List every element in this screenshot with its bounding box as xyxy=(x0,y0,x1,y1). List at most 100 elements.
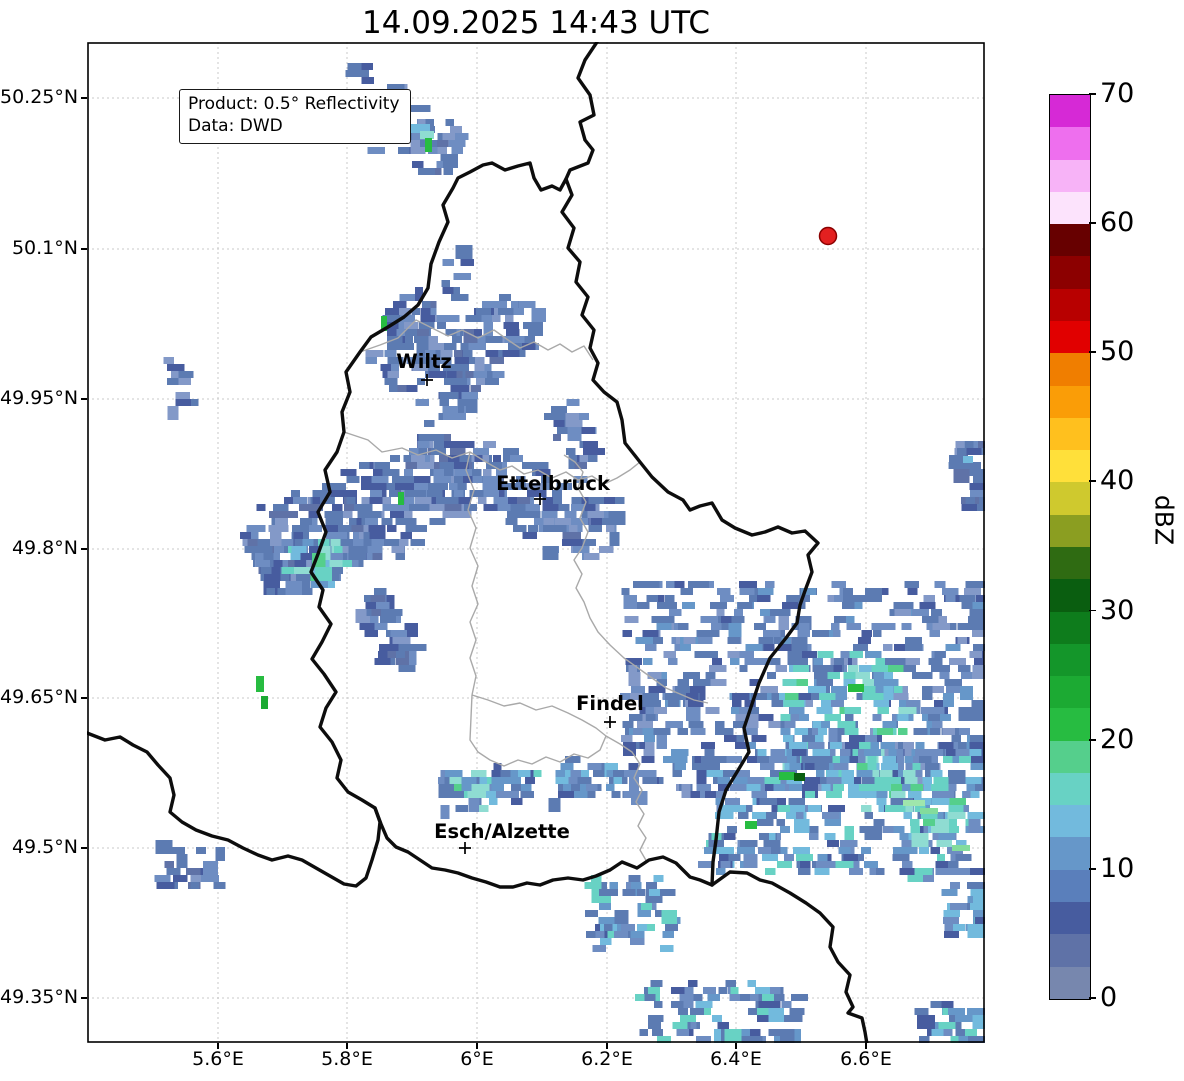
radar-cell xyxy=(599,546,614,553)
radar-cell xyxy=(923,595,935,602)
radar-cell xyxy=(791,994,809,1001)
radar-cell xyxy=(821,707,833,714)
radar-cell xyxy=(833,763,849,770)
radar-cell xyxy=(950,882,961,889)
radar-cell xyxy=(405,329,414,343)
radar-cell xyxy=(972,714,985,721)
radar-cell xyxy=(967,903,985,910)
radar-cell xyxy=(873,700,890,707)
radar-cell xyxy=(903,800,925,806)
radar-cell xyxy=(371,539,386,546)
radar-cell xyxy=(636,889,646,896)
radar-cell xyxy=(908,791,922,798)
radar-cell xyxy=(938,742,954,749)
radar-cell xyxy=(812,630,829,637)
radar-cell xyxy=(939,714,952,721)
radar-cell xyxy=(862,686,876,693)
radar-cell xyxy=(910,819,920,826)
colorbar-segment xyxy=(1050,224,1090,257)
radar-cell xyxy=(904,777,918,784)
y-tick-mark xyxy=(81,97,87,99)
colorbar-segment xyxy=(1050,772,1090,806)
radar-cell xyxy=(780,1029,795,1043)
radar-cell xyxy=(504,315,514,322)
radar-cell xyxy=(967,1008,983,1015)
radar-cell xyxy=(780,714,791,721)
radar-cell xyxy=(793,847,810,854)
radar-cell xyxy=(420,131,434,139)
radar-cell xyxy=(730,707,740,714)
radar-cell xyxy=(492,371,505,378)
radar-cell xyxy=(897,602,914,609)
radar-cell xyxy=(425,138,432,152)
radar-cell xyxy=(729,784,748,791)
colorbar-segment xyxy=(1050,934,1090,967)
radar-cell xyxy=(844,721,856,728)
radar-cell xyxy=(263,574,274,581)
radar-cell xyxy=(887,665,904,672)
radar-cell xyxy=(739,588,755,595)
radar-cell xyxy=(463,350,473,357)
radar-cell xyxy=(834,595,843,602)
radar-cell xyxy=(163,357,174,364)
radar-cell xyxy=(442,511,458,518)
radar-cell xyxy=(632,728,643,735)
radar-cell xyxy=(628,875,641,882)
radar-cell xyxy=(848,665,859,672)
radar-cell xyxy=(643,777,658,784)
radar-cell xyxy=(154,875,171,882)
radar-cell xyxy=(664,693,677,700)
radar-cell xyxy=(370,595,386,602)
radar-cell xyxy=(473,371,487,378)
radar-cell xyxy=(826,770,839,777)
radar-cell xyxy=(957,665,971,672)
radar-cell xyxy=(913,728,928,735)
radar-cell xyxy=(365,357,378,364)
radar-cell xyxy=(747,756,757,763)
radar-cell xyxy=(856,770,873,777)
radar-cell xyxy=(880,770,893,777)
radar-cell xyxy=(701,742,716,749)
radar-cell xyxy=(772,609,791,616)
radar-cell xyxy=(912,763,921,770)
colorbar-segment xyxy=(1050,643,1090,677)
radar-cell xyxy=(826,777,841,784)
y-tick-label: 49.95°N xyxy=(0,387,79,409)
radar-cell xyxy=(443,378,455,385)
radar-cell xyxy=(260,567,272,574)
radar-cell xyxy=(949,798,966,805)
radar-cell xyxy=(744,658,762,665)
radar-cell xyxy=(844,826,855,840)
radar-cell xyxy=(936,840,952,847)
radar-cell xyxy=(877,728,893,735)
radar-cell xyxy=(972,665,985,672)
radar-cell xyxy=(899,868,915,875)
radar-cell xyxy=(746,784,761,791)
radar-cell xyxy=(941,889,958,896)
radar-cell xyxy=(387,525,397,532)
radar-cell xyxy=(958,707,972,714)
radar-cell xyxy=(777,861,793,868)
radar-cell xyxy=(795,812,804,819)
colorbar-segment xyxy=(1050,805,1090,838)
radar-cell xyxy=(423,420,435,427)
radar-cell xyxy=(930,847,940,854)
radar-cell xyxy=(839,840,858,847)
radar-cell xyxy=(213,882,226,889)
radar-cell xyxy=(641,770,657,777)
radar-cell xyxy=(156,882,175,889)
radar-cell xyxy=(698,637,713,644)
radar-cell xyxy=(765,581,775,588)
radar-cell xyxy=(782,602,799,609)
radar-cell xyxy=(599,903,612,910)
radar-cell xyxy=(920,808,938,814)
radar-cell xyxy=(724,1029,742,1043)
radar-cell xyxy=(656,623,672,630)
radar-cell xyxy=(468,343,486,350)
radar-cell xyxy=(901,861,913,868)
radar-cell xyxy=(392,637,411,644)
radar-cell xyxy=(795,679,808,686)
radar-cell xyxy=(955,854,972,861)
radar-cell xyxy=(347,63,362,70)
radar-cell xyxy=(598,917,616,924)
